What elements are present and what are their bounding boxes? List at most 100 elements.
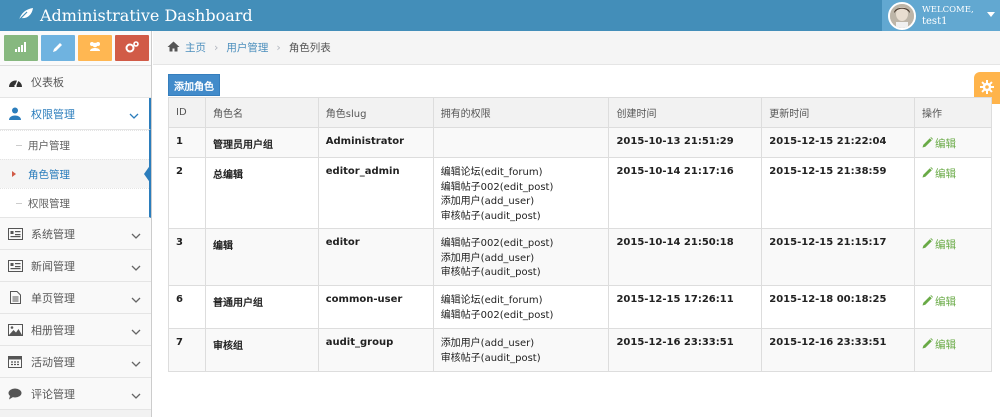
cell-created-time: 2015-10-14 21:50:18 <box>608 228 763 286</box>
cell-actions: 编辑 <box>914 228 992 286</box>
pencil-icon <box>922 294 935 309</box>
chevron-down-icon <box>129 109 139 122</box>
shortcut-signal-button[interactable] <box>4 35 38 61</box>
add-role-button[interactable]: 添加角色 <box>168 74 220 96</box>
col-header-slug[interactable]: 角色slug <box>317 97 434 128</box>
permission-item: 编辑论坛(edit_forum) <box>440 167 543 178</box>
cell-actions: 编辑 <box>914 328 992 372</box>
sidebar-item-label: 权限管理 <box>31 107 75 121</box>
edit-label: 编辑 <box>935 296 957 308</box>
cell-id: 3 <box>168 228 206 286</box>
pencil-icon <box>52 41 64 56</box>
permission-item: 添加用户(add_user) <box>440 252 535 264</box>
breadcrumb: 主页 › 用户管理 › 角色列表 <box>153 31 1000 65</box>
comment-icon <box>7 386 23 402</box>
sidebar-item-albums[interactable]: 相册管理 <box>0 314 151 346</box>
edit-role-link[interactable]: 编辑 <box>922 337 956 352</box>
app-title: Administrative Dashboard <box>40 5 253 25</box>
sidebar-subitem-roles[interactable]: 角色管理 <box>0 159 151 188</box>
cell-role-name: 总编辑 <box>204 157 319 229</box>
breadcrumb-separator: › <box>214 41 219 54</box>
sidebar-item-label: 评论管理 <box>31 387 75 401</box>
sidebar-item-permissions[interactable]: 权限管理 <box>0 98 151 130</box>
signal-icon <box>15 41 27 55</box>
col-header-id[interactable]: ID <box>168 97 206 128</box>
sidebar-item-system[interactable]: 系统管理 <box>0 218 151 250</box>
edit-role-link[interactable]: 编辑 <box>922 166 956 181</box>
sidebar-item-pages[interactable]: 单页管理 <box>0 282 151 314</box>
permission-item: 编辑帖子002(edit_post) <box>440 181 554 193</box>
cell-role-name: 管理员用户组 <box>204 127 319 158</box>
dashboard-icon <box>7 74 23 90</box>
chevron-down-icon <box>131 325 141 338</box>
cell-role-slug: common-user <box>317 285 434 329</box>
sidebar-submenu: 用户管理 角色管理 权限管理 <box>0 130 151 218</box>
permission-item: 添加用户(add_user) <box>440 338 535 349</box>
cell-permissions: 编辑论坛(edit_forum) 编辑帖子002(edit_post) <box>432 285 610 329</box>
calendar-icon <box>7 354 23 370</box>
table-row: 7 审核组 audit_group 添加用户(add_user) 审核帖子(audit_… <box>168 328 992 372</box>
top-navbar: Administrative Dashboard WELCOME, test1 <box>0 0 1000 31</box>
cell-updated-time: 2015-12-15 21:38:59 <box>761 157 916 229</box>
shortcut-cogs-button[interactable] <box>115 35 149 61</box>
table-row: 2 总编辑 editor_admin 编辑论坛(edit_forum) 编辑帖子002(… <box>168 157 992 229</box>
cell-created-time: 2015-12-15 17:26:11 <box>608 285 763 329</box>
cell-permissions <box>432 127 610 158</box>
edit-role-link[interactable]: 编辑 <box>922 136 956 151</box>
chevron-down-icon <box>131 261 141 274</box>
home-icon <box>167 41 180 55</box>
table-row: 3 编辑 editor 编辑帖子002(edit_post) 添加用户(add_user… <box>168 228 992 286</box>
cell-created-time: 2015-12-16 23:33:51 <box>608 328 763 372</box>
pencil-icon <box>922 337 935 352</box>
edit-label: 编辑 <box>935 239 957 251</box>
edit-role-link[interactable]: 编辑 <box>922 294 956 309</box>
cell-role-slug: editor_admin <box>317 157 434 229</box>
permission-item: 添加用户(add_user) <box>440 196 535 207</box>
avatar <box>888 1 916 30</box>
breadcrumb-separator: › <box>276 41 281 54</box>
edit-label: 编辑 <box>935 138 957 150</box>
chevron-down-icon <box>131 389 141 402</box>
sidebar-item-dashboard[interactable]: 仪表板 <box>0 66 151 98</box>
brand[interactable]: Administrative Dashboard <box>18 5 253 25</box>
shortcut-users-button[interactable] <box>78 35 112 61</box>
pencil-icon <box>922 237 935 252</box>
permission-item: 编辑帖子002(edit_post) <box>440 309 554 321</box>
gear-icon <box>980 79 994 97</box>
col-header-permissions[interactable]: 拥有的权限 <box>432 97 610 128</box>
col-header-name[interactable]: 角色名 <box>204 97 319 128</box>
cell-created-time: 2015-10-14 21:17:16 <box>608 157 763 229</box>
edit-role-link[interactable]: 编辑 <box>922 237 956 252</box>
cell-role-name: 审核组 <box>204 328 319 372</box>
breadcrumb-section-link[interactable]: 用户管理 <box>226 40 268 55</box>
sidebar-subitem-users[interactable]: 用户管理 <box>0 130 149 159</box>
table-row: 6 普通用户组 common-user 编辑论坛(edit_forum) 编辑帖子002… <box>168 285 992 329</box>
shortcut-pencil-button[interactable] <box>41 35 75 61</box>
user-menu[interactable]: WELCOME, test1 <box>882 0 1000 31</box>
sidebar-item-news[interactable]: 新闻管理 <box>0 250 151 282</box>
permission-item: 审核帖子(audit_post) <box>440 352 541 364</box>
user-greeting: WELCOME, test1 <box>922 4 974 28</box>
welcome-text: WELCOME, <box>922 4 974 15</box>
file-icon <box>7 290 23 306</box>
sidebar-subitem-permissions[interactable]: 权限管理 <box>0 188 149 217</box>
sidebar-item-comments[interactable]: 评论管理 <box>0 378 151 410</box>
cell-actions: 编辑 <box>914 285 992 329</box>
sidebar-item-label: 单页管理 <box>31 291 75 305</box>
leaf-icon <box>18 6 40 25</box>
sidebar-item-label: 活动管理 <box>31 355 75 369</box>
edit-label: 编辑 <box>935 339 957 351</box>
cell-actions: 编辑 <box>914 127 992 158</box>
user-icon <box>7 106 23 122</box>
cell-permissions: 编辑帖子002(edit_post) 添加用户(add_user) 审核帖子(aud… <box>432 228 610 286</box>
breadcrumb-home-link[interactable]: 主页 <box>185 40 206 55</box>
cell-updated-time: 2015-12-15 21:15:17 <box>761 228 916 286</box>
cell-role-slug: Administrator <box>317 127 434 158</box>
cell-role-slug: editor <box>317 228 434 286</box>
cell-updated-time: 2015-12-18 00:18:25 <box>761 285 916 329</box>
col-header-created[interactable]: 创建时间 <box>608 97 763 128</box>
edit-label: 编辑 <box>935 168 957 180</box>
col-header-updated[interactable]: 更新时间 <box>761 97 916 128</box>
sidebar-item-events[interactable]: 活动管理 <box>0 346 151 378</box>
picture-icon <box>7 322 23 338</box>
